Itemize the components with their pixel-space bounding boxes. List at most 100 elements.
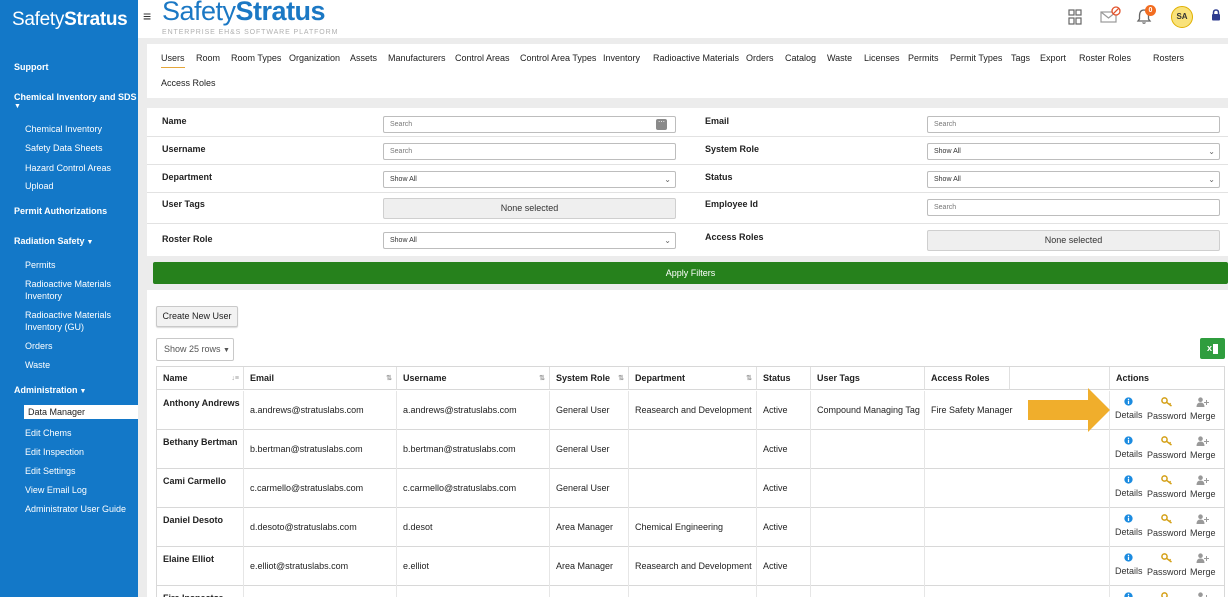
sidebar-item-upload[interactable]: Upload [25,181,54,191]
hamburger-menu-icon[interactable]: ≡ [143,8,151,24]
table-row[interactable]: Fire Inspector Details PasswordMerge [157,586,1224,597]
column-header-user-tags[interactable]: User Tags [811,367,925,390]
table-row[interactable]: Daniel Desoto d.desoto@stratuslabs.com d.d… [157,508,1224,547]
tab-organization[interactable]: Organization [289,53,340,63]
sidebar-item-radioactive-materials[interactable]: Radioactive Materials [25,310,111,320]
column-header-department[interactable]: Department ⇅ [629,367,757,390]
sidebar-item-radioactive-materials[interactable]: Radioactive Materials [25,279,111,289]
username-filter-input[interactable]: Search [383,143,676,160]
tab-export[interactable]: Export [1040,53,1066,63]
sidebar-item-inventory-gu-[interactable]: Inventory (GU) [25,322,84,332]
user-tags-multiselect[interactable]: None selected [383,198,676,219]
password-button[interactable]: Password [1147,514,1187,538]
column-header-username[interactable]: Username ⇅ [397,367,550,390]
merge-button[interactable]: Merge [1190,397,1216,421]
sidebar-item-data-manager[interactable]: Data Manager [24,405,138,419]
apply-filters-button[interactable]: Apply Filters [153,262,1228,284]
mail-disabled-icon[interactable] [1100,6,1122,24]
column-header-actions[interactable]: Actions [1110,367,1224,390]
access-roles-multiselect[interactable]: None selected [927,230,1220,251]
details-button[interactable]: Details [1115,397,1143,420]
tab-licenses[interactable]: Licenses [864,53,900,63]
column-header-access-roles[interactable]: Access Roles [925,367,1010,390]
sidebar-item-edit-settings[interactable]: Edit Settings [25,466,76,476]
sidebar-item-permits[interactable]: Permits [25,260,56,270]
tab-tags[interactable]: Tags [1011,53,1030,63]
email-filter-input[interactable]: Search [927,116,1220,133]
sidebar-item-waste[interactable]: Waste [25,360,50,370]
password-button[interactable]: Password [1147,553,1187,577]
merge-button[interactable]: Merge [1190,592,1216,597]
tab-orders[interactable]: Orders [746,53,774,63]
sidebar-item-view-email-log[interactable]: View Email Log [25,485,87,495]
employee-id-input[interactable]: Search [927,199,1220,216]
sidebar-item-radiation-safety[interactable]: Radiation Safety ▼ [14,236,93,246]
tab-control-area-types[interactable]: Control Area Types [520,53,596,63]
sort-icon[interactable]: ⇅ [618,367,624,390]
merge-button[interactable]: Merge [1190,436,1216,460]
sidebar-brand[interactable]: SafetyStratus [12,9,128,31]
rows-per-page-select[interactable]: Show 25 rows ▼ [156,338,234,361]
tab-users[interactable]: Users [161,53,185,68]
tab-roster-roles[interactable]: Roster Roles [1079,53,1131,63]
column-header-status[interactable]: Status [757,367,811,390]
sidebar-item-orders[interactable]: Orders [25,341,53,351]
grid-apps-icon[interactable] [1068,9,1082,25]
sidebar-item-edit-chems[interactable]: Edit Chems [25,428,72,438]
password-button[interactable]: Password [1147,592,1187,597]
tab-access-roles[interactable]: Access Roles [161,78,216,88]
lock-icon[interactable] [1211,9,1221,21]
sort-icon[interactable]: ↓≡ [231,367,239,390]
password-button[interactable]: Password [1147,397,1187,421]
details-button[interactable]: Details [1115,592,1143,597]
merge-button[interactable]: Merge [1190,514,1216,538]
table-row[interactable]: Cami Carmello c.carmello@stratuslabs.com c… [157,469,1224,508]
password-button[interactable]: Password [1147,475,1187,499]
create-new-user-button[interactable]: Create New User [156,306,238,327]
tab-waste[interactable]: Waste [827,53,852,63]
table-row[interactable]: Elaine Elliot e.elliot@stratuslabs.com e.e… [157,547,1224,586]
user-avatar[interactable]: SA [1171,6,1193,28]
department-select[interactable]: Show All ⌄ [383,171,676,188]
sidebar-item-chemical-inventory-and-sds[interactable]: Chemical Inventory and SDS ▼ [14,92,137,110]
sidebar-item-edit-inspection[interactable]: Edit Inspection [25,447,84,457]
sidebar-item-hazard-control-areas[interactable]: Hazard Control Areas [25,163,111,173]
sidebar-item-permit-authorizations[interactable]: Permit Authorizations [14,206,107,216]
name-filter-input[interactable]: Search ⋯ [383,116,676,133]
sort-icon[interactable]: ⇅ [386,367,392,390]
roster-role-select[interactable]: Show All ⌄ [383,232,676,249]
more-options-icon[interactable]: ⋯ [656,119,667,130]
sidebar-item-administration[interactable]: Administration ▼ [14,385,86,395]
sidebar-item-safety-data-sheets[interactable]: Safety Data Sheets [25,143,103,153]
sort-icon[interactable]: ⇅ [539,367,545,390]
tab-permit-types[interactable]: Permit Types [950,53,1002,63]
merge-button[interactable]: Merge [1190,553,1216,577]
tab-rosters[interactable]: Rosters [1153,53,1184,63]
details-button[interactable]: Details [1115,436,1143,459]
column-header-system-role[interactable]: System Role ⇅ [550,367,629,390]
password-button[interactable]: Password [1147,436,1187,460]
tab-radioactive-materials[interactable]: Radioactive Materials [653,53,739,63]
merge-button[interactable]: Merge [1190,475,1216,499]
app-logo[interactable]: SafetyStratus [162,0,326,27]
tab-inventory[interactable]: Inventory [603,53,640,63]
details-button[interactable]: Details [1115,514,1143,537]
details-button[interactable]: Details [1115,475,1143,498]
tab-room[interactable]: Room [196,53,220,63]
sidebar-item-chemical-inventory[interactable]: Chemical Inventory [25,124,102,134]
tab-room-types[interactable]: Room Types [231,53,281,63]
system-role-select[interactable]: Show All ⌄ [927,143,1220,160]
sort-icon[interactable]: ⇅ [746,367,752,390]
tab-assets[interactable]: Assets [350,53,377,63]
details-button[interactable]: Details [1115,553,1143,576]
tab-catalog[interactable]: Catalog [785,53,816,63]
excel-export-icon[interactable]: x [1200,338,1225,359]
column-header-name[interactable]: Name ↓≡ [157,367,244,390]
sidebar-item-inventory[interactable]: Inventory [25,291,62,301]
table-row[interactable]: Bethany Bertman b.bertman@stratuslabs.com… [157,430,1224,469]
tab-control-areas[interactable]: Control Areas [455,53,510,63]
sidebar-item-support[interactable]: Support [14,62,49,72]
sidebar-item-administrator-user-guide[interactable]: Administrator User Guide [25,504,126,514]
column-header-email[interactable]: Email ⇅ [244,367,397,390]
tab-permits[interactable]: Permits [908,53,939,63]
